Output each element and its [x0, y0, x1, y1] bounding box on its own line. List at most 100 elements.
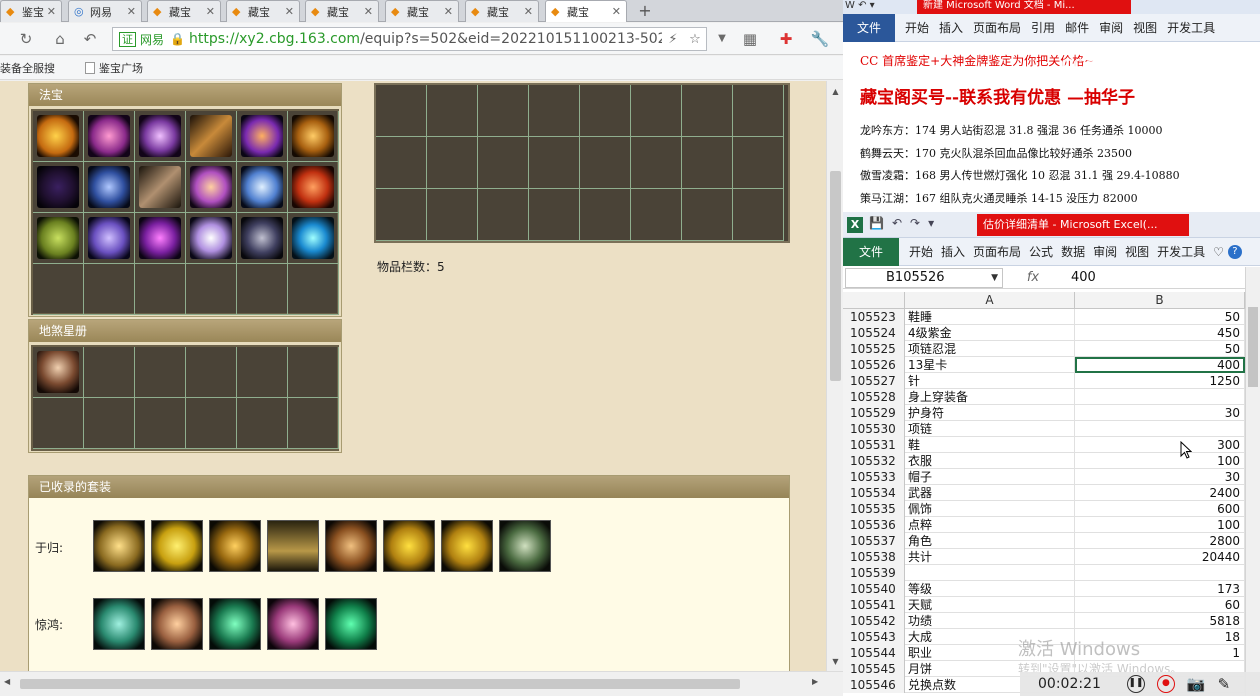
fx-icon[interactable]: fx	[1003, 270, 1063, 285]
grid-cell[interactable]	[237, 111, 288, 162]
item-icon[interactable]	[139, 115, 181, 157]
grid-cell[interactable]	[84, 264, 135, 315]
cell-b[interactable]: 5818	[1075, 613, 1245, 629]
cell-a[interactable]: 天赋	[905, 597, 1075, 613]
item-icon[interactable]	[139, 217, 181, 259]
row-header[interactable]: 105528	[843, 389, 905, 405]
grid-cell[interactable]	[288, 111, 339, 162]
grid-cell[interactable]	[682, 85, 733, 137]
pause-icon[interactable]: ❚❚	[1126, 675, 1145, 693]
grid-cell[interactable]	[376, 85, 427, 137]
tab-4[interactable]: ◆ 藏宝 ✕	[226, 0, 300, 22]
close-icon[interactable]: ✕	[444, 5, 453, 18]
cell-b[interactable]: 30	[1075, 469, 1245, 485]
save-icon[interactable]: 💾	[869, 216, 884, 230]
grid-cell[interactable]	[733, 189, 784, 241]
cell-a[interactable]: 项链忍混	[905, 341, 1075, 357]
grid-cell[interactable]	[529, 189, 580, 241]
cell-b[interactable]: 2400	[1075, 485, 1245, 501]
cell-b[interactable]: 400	[1075, 357, 1245, 373]
grid-cell[interactable]	[631, 189, 682, 241]
suit-equipment-icon[interactable]	[383, 520, 435, 572]
cell-a[interactable]: 4级紫金	[905, 325, 1075, 341]
dropdown-icon[interactable]: ▼	[991, 269, 998, 287]
row-header[interactable]: 105545	[843, 661, 905, 677]
bookmark-item[interactable]: 鉴宝广场	[85, 60, 143, 76]
url-text[interactable]: https://xy2.cbg.163.com/equip?s=502&eid=…	[189, 31, 662, 47]
grid-cell[interactable]	[84, 162, 135, 213]
row-header[interactable]: 105541	[843, 597, 905, 613]
cell-b[interactable]: 100	[1075, 453, 1245, 469]
item-icon[interactable]	[139, 166, 181, 208]
scroll-up-icon[interactable]: ▲	[827, 85, 843, 99]
suit-equipment-icon[interactable]	[93, 520, 145, 572]
close-icon[interactable]: ✕	[206, 5, 215, 18]
grid-cell[interactable]	[135, 111, 186, 162]
reload-icon[interactable]: ↻	[16, 29, 36, 49]
cell-b[interactable]: 173	[1075, 581, 1245, 597]
grid-cell[interactable]	[427, 189, 478, 241]
scroll-thumb[interactable]	[20, 679, 740, 689]
grid-cell[interactable]	[682, 137, 733, 189]
name-box[interactable]: B105526 ▼	[845, 267, 1003, 288]
cell-a[interactable]: 角色	[905, 533, 1075, 549]
item-icon[interactable]	[292, 115, 334, 157]
cell-b[interactable]	[1075, 389, 1245, 405]
grid-cell[interactable]	[135, 162, 186, 213]
lightning-icon[interactable]: ⚡	[662, 32, 684, 47]
grid-cell[interactable]	[631, 137, 682, 189]
cell-b[interactable]: 50	[1075, 309, 1245, 325]
item-icon[interactable]	[241, 166, 283, 208]
grid-cell[interactable]	[33, 347, 84, 398]
row-header[interactable]: 105531	[843, 437, 905, 453]
grid-cell[interactable]	[478, 189, 529, 241]
excel-file-tab[interactable]: 文件	[843, 237, 899, 266]
item-icon[interactable]	[88, 217, 130, 259]
item-icon[interactable]	[292, 166, 334, 208]
grid-cell[interactable]	[135, 347, 186, 398]
word-document[interactable]: CC 首席鉴定+大神金牌鉴定为你把关价格~ 藏宝阁买号--联系我有优惠 —抽华子…	[843, 43, 1260, 212]
vertical-scrollbar[interactable]: ▲ ▼	[826, 81, 843, 671]
excel-tab-insert[interactable]: 插入	[941, 243, 965, 260]
grid-cell[interactable]	[186, 162, 237, 213]
item-icon[interactable]	[88, 166, 130, 208]
cell-b[interactable]	[1075, 421, 1245, 437]
row-header[interactable]: 105523	[843, 309, 905, 325]
cell-b[interactable]: 30	[1075, 405, 1245, 421]
grid-cell[interactable]	[135, 213, 186, 264]
suit-equipment-icon[interactable]	[267, 598, 319, 650]
row-header[interactable]: 105533	[843, 469, 905, 485]
grid-cell[interactable]	[376, 137, 427, 189]
grid-cell[interactable]	[135, 264, 186, 315]
row-header[interactable]: 105526	[843, 357, 905, 373]
word-tab-insert[interactable]: 插入	[939, 19, 963, 36]
item-icon[interactable]	[241, 217, 283, 259]
cell-b[interactable]: 300	[1075, 437, 1245, 453]
suit-equipment-icon[interactable]	[499, 520, 551, 572]
grid-cell[interactable]	[84, 398, 135, 449]
tab-5[interactable]: ◆ 藏宝 ✕	[305, 0, 379, 22]
word-file-tab[interactable]: 文件	[843, 13, 895, 42]
column-header-a[interactable]: A	[905, 292, 1075, 309]
cell-a[interactable]: 身上穿装备	[905, 389, 1075, 405]
grid-cell[interactable]	[478, 85, 529, 137]
row-header[interactable]: 105525	[843, 341, 905, 357]
cell-b[interactable]: 100	[1075, 517, 1245, 533]
star-icon[interactable]: ☆	[684, 32, 706, 47]
grid-cell[interactable]	[186, 347, 237, 398]
excel-tab-review[interactable]: 审阅	[1093, 243, 1117, 260]
row-header[interactable]: 105530	[843, 421, 905, 437]
grid-cell[interactable]	[288, 213, 339, 264]
item-icon[interactable]	[190, 166, 232, 208]
grid-cell[interactable]	[186, 111, 237, 162]
select-all[interactable]	[843, 292, 905, 309]
tab-1[interactable]: ◆ 鉴宝 ✕	[0, 0, 62, 22]
suit-equipment-icon[interactable]	[441, 520, 493, 572]
game-icon[interactable]: ✚	[776, 29, 796, 49]
grid-cell[interactable]	[186, 213, 237, 264]
suit-equipment-icon[interactable]	[325, 520, 377, 572]
grid-cell[interactable]	[427, 85, 478, 137]
row-header[interactable]: 105527	[843, 373, 905, 389]
tab-2[interactable]: ◎ 网易 ✕	[68, 0, 142, 22]
grid-cell[interactable]	[33, 264, 84, 315]
